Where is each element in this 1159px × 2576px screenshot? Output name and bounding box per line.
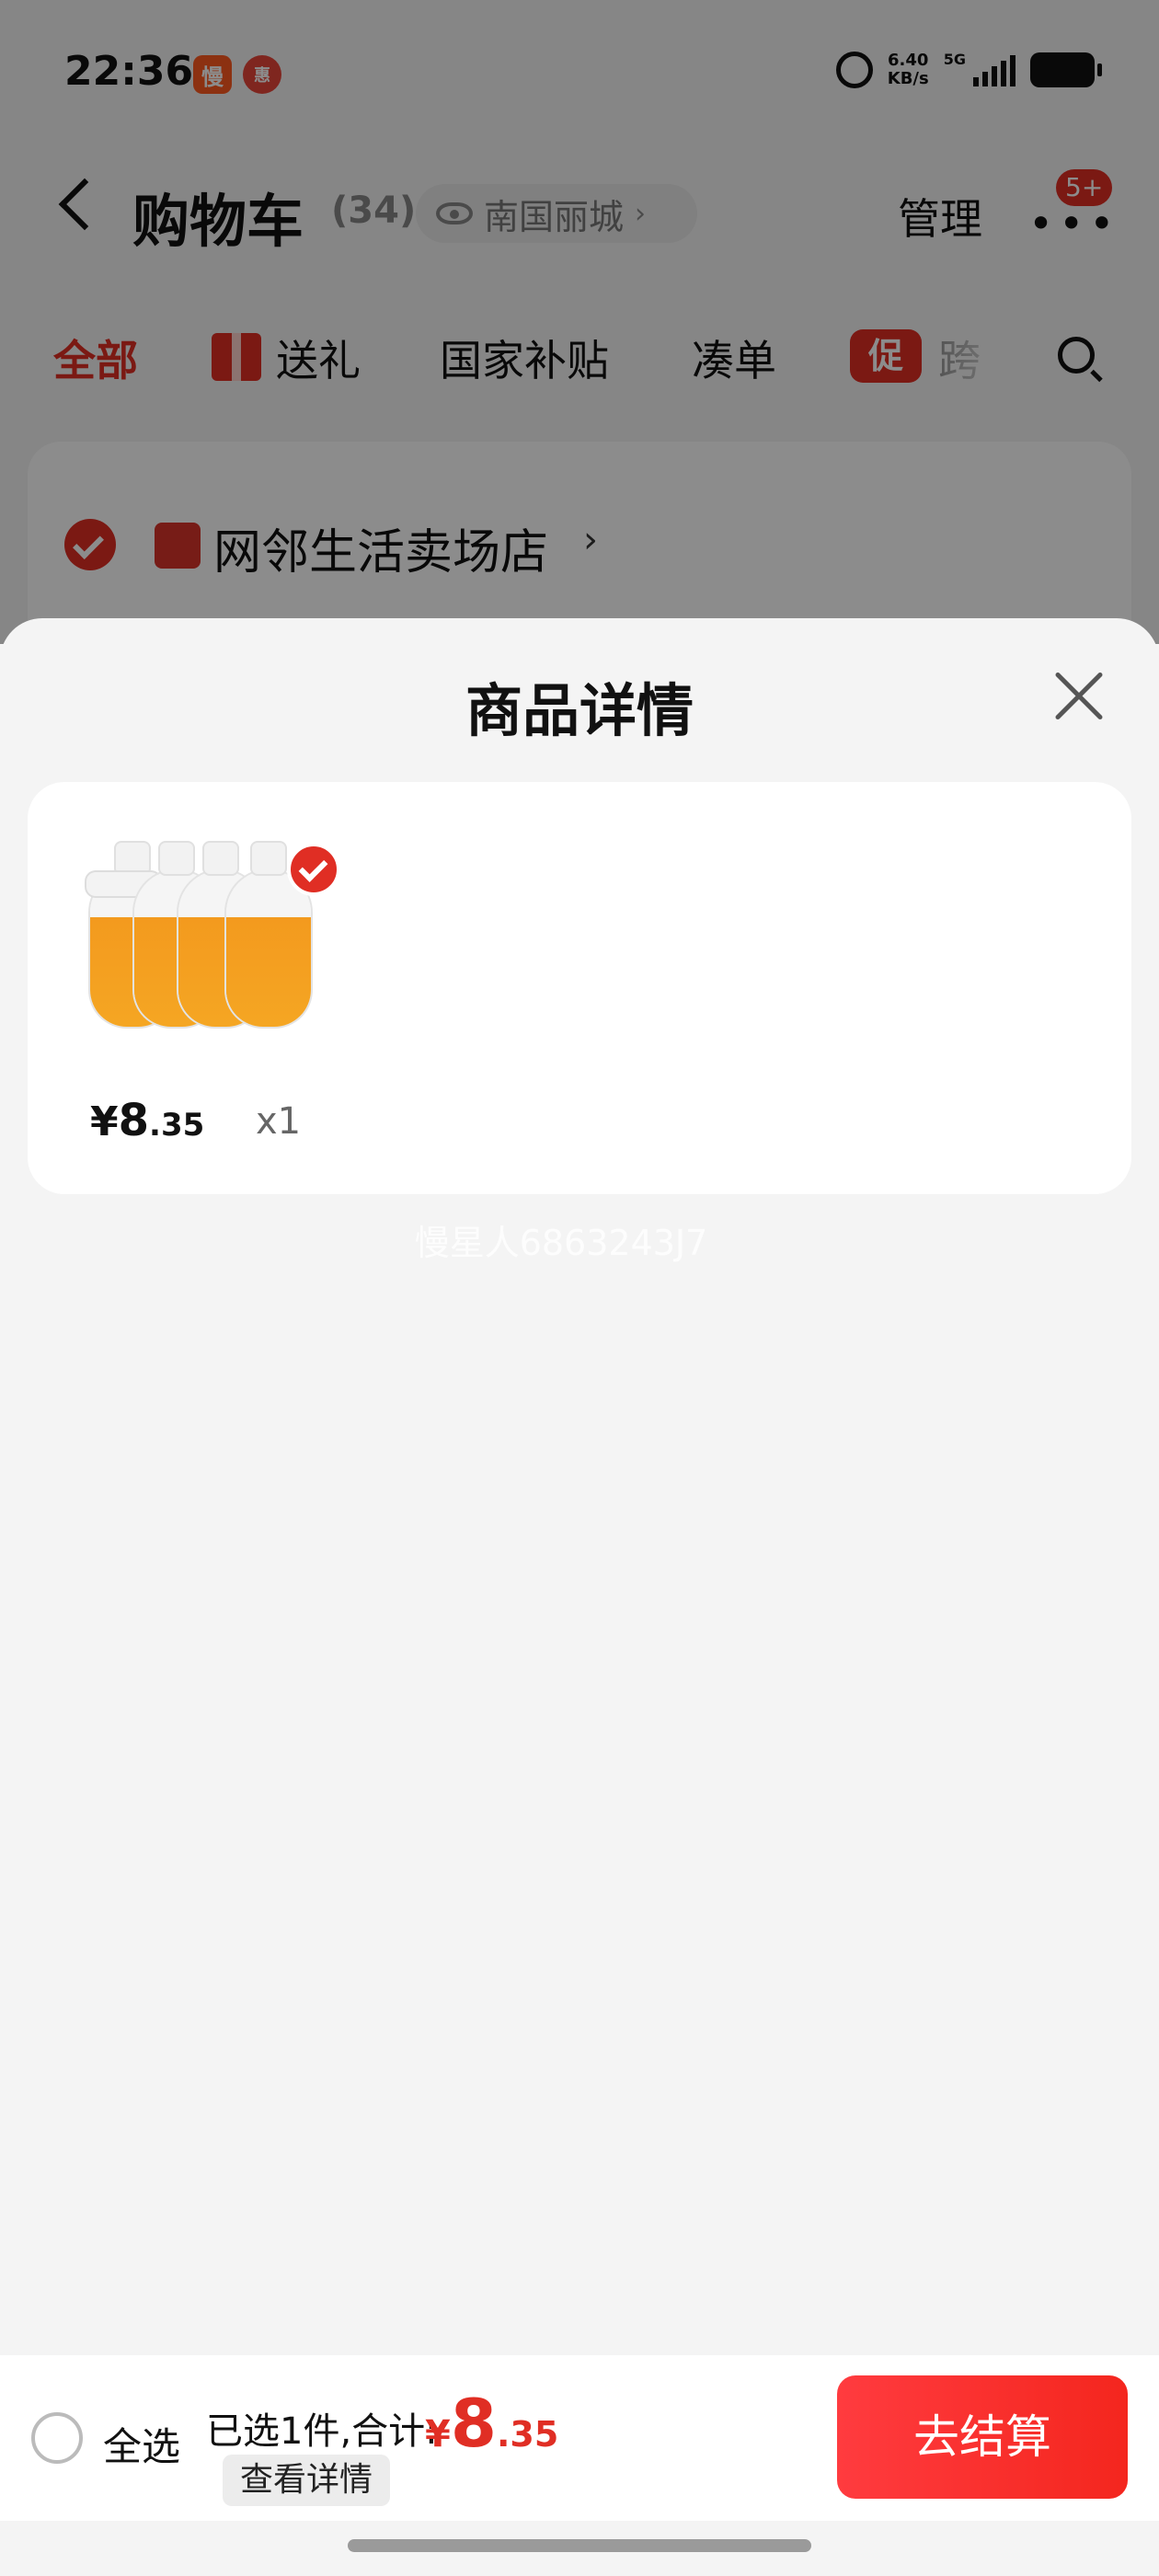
selected-item-card: ¥8.35 x1 [28, 782, 1131, 1194]
close-icon[interactable] [1052, 670, 1106, 723]
sheet-title: 商品详情 [465, 677, 694, 744]
product-details-sheet: 商品详情 ¥8.35 x1 慢星人686324​3J7 [0, 618, 1159, 2576]
select-all-label[interactable]: 全选 [103, 2416, 180, 2472]
overlay-scrim[interactable] [0, 0, 1159, 644]
item-price: ¥8.35 [90, 1095, 204, 1146]
currency-symbol: ¥ [90, 1098, 119, 1145]
view-details-button[interactable]: 查看详情 [223, 2455, 390, 2506]
checkout-bar: 全选 已选1件,合计: ¥8.35 查看详情 去结算 [0, 2355, 1159, 2521]
product-image[interactable] [86, 834, 340, 1036]
price-decimal: .35 [149, 1107, 205, 1144]
total-integer: 8 [450, 2385, 497, 2462]
total-price: ¥8.35 [425, 2385, 558, 2462]
item-checked-icon[interactable] [287, 843, 340, 896]
currency-symbol: ¥ [425, 2413, 451, 2455]
total-decimal: .35 [496, 2414, 559, 2455]
selection-summary: 已选1件,合计: [206, 2410, 438, 2453]
price-integer: 8 [118, 1095, 150, 1146]
item-quantity: x1 [256, 1100, 302, 1143]
watermark: 慢星人686324​3J7 [414, 1223, 708, 1263]
home-indicator[interactable] [348, 2539, 811, 2552]
select-all-checkbox[interactable] [31, 2412, 83, 2464]
checkout-button[interactable]: 去结算 [837, 2375, 1128, 2499]
